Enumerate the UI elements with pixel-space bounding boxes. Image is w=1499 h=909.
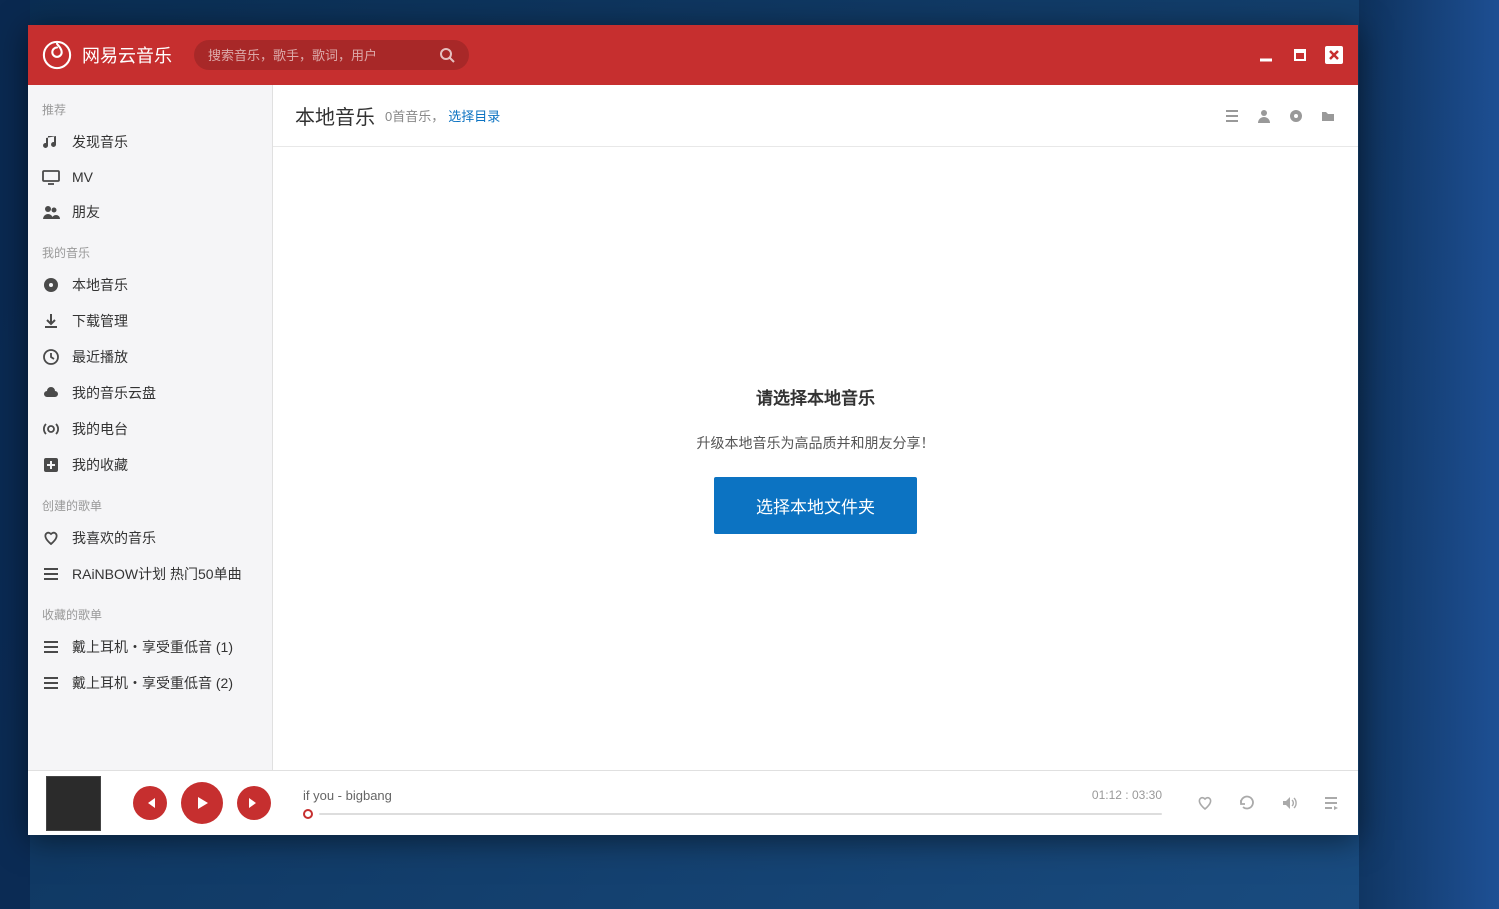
playlist-icon: [42, 638, 60, 656]
cloud-icon: [42, 384, 60, 402]
minimize-button[interactable]: [1256, 45, 1276, 65]
player-bar: if you - bigbang 01:12 : 03:30: [28, 770, 1358, 835]
content-header-icons: [1224, 108, 1336, 124]
titlebar: 网易云音乐: [28, 25, 1358, 85]
friends-icon: [42, 203, 60, 221]
sidebar-item-recent[interactable]: 最近播放: [28, 339, 272, 375]
sidebar-section-recommend: 推荐 发现音乐 MV 朋友: [28, 95, 272, 230]
sidebar-item-rainbow[interactable]: RAiNBOW计划 热门50单曲: [28, 556, 272, 592]
sidebar-item-radio[interactable]: 我的电台: [28, 411, 272, 447]
app-window: 网易云音乐 推荐: [28, 25, 1358, 835]
app-title: 网易云音乐: [82, 42, 172, 68]
content-body: 请选择本地音乐 升级本地音乐为高品质并和朋友分享！ 选择本地文件夹: [273, 147, 1358, 770]
music-note-icon: [42, 133, 60, 151]
sidebar-item-liked[interactable]: 我喜欢的音乐: [28, 520, 272, 556]
desktop-left-strip: [0, 0, 30, 909]
playlist-icon: [42, 674, 60, 692]
maximize-button[interactable]: [1290, 45, 1310, 65]
sidebar-item-collected-2[interactable]: 戴上耳机・享受重低音 (2): [28, 665, 272, 701]
desktop-right-strip: [1359, 0, 1499, 909]
playlist-icon: [42, 565, 60, 583]
sidebar-section-title: 创建的歌单: [28, 491, 272, 520]
sidebar-item-favorites[interactable]: 我的收藏: [28, 447, 272, 483]
app-logo-icon: [42, 40, 72, 70]
sidebar-item-label: 最近播放: [72, 347, 128, 367]
monitor-icon: [42, 168, 60, 186]
sidebar-item-label: 戴上耳机・享受重低音 (2): [72, 673, 233, 693]
content-title: 本地音乐: [295, 101, 375, 130]
sidebar-item-collected-1[interactable]: 戴上耳机・享受重低音 (1): [28, 629, 272, 665]
next-button[interactable]: [237, 786, 271, 820]
player-right-controls: [1196, 794, 1340, 812]
prev-button[interactable]: [133, 786, 167, 820]
sidebar-section-created: 创建的歌单 我喜欢的音乐 RAiNBOW计划 热门50单曲: [28, 491, 272, 592]
sidebar-item-label: 本地音乐: [72, 275, 128, 295]
sidebar-item-mv[interactable]: MV: [28, 160, 272, 194]
sidebar-section-mymusic: 我的音乐 本地音乐 下载管理 最近播放 我的音乐云盘: [28, 238, 272, 483]
sidebar-item-label: 我的收藏: [72, 455, 128, 475]
logo-area: 网易云音乐: [42, 40, 172, 70]
track-title: if you - bigbang: [303, 788, 392, 803]
user-icon[interactable]: [1256, 108, 1272, 124]
sidebar-item-local[interactable]: 本地音乐: [28, 267, 272, 303]
sidebar-item-download[interactable]: 下载管理: [28, 303, 272, 339]
sidebar-section-title: 收藏的歌单: [28, 600, 272, 629]
search-box[interactable]: [194, 40, 469, 70]
album-art[interactable]: [46, 776, 101, 831]
progress-handle-icon[interactable]: [303, 809, 313, 819]
select-directory-link[interactable]: 选择目录: [448, 106, 500, 125]
disc-icon: [42, 276, 60, 294]
radio-icon: [42, 420, 60, 438]
clock-icon: [42, 348, 60, 366]
content-count: 0首音乐，: [385, 106, 444, 125]
sidebar: 推荐 发现音乐 MV 朋友 我的音乐 本地音乐: [28, 85, 273, 770]
sidebar-item-label: 朋友: [72, 202, 100, 222]
search-input[interactable]: [208, 48, 439, 63]
sidebar-item-label: 下载管理: [72, 311, 128, 331]
select-folder-button[interactable]: 选择本地文件夹: [714, 477, 917, 534]
sidebar-item-friends[interactable]: 朋友: [28, 194, 272, 230]
heart-icon: [42, 529, 60, 547]
download-icon: [42, 312, 60, 330]
content-area: 本地音乐 0首音乐， 选择目录 请选择本地音乐 升级本地音乐为高品质并和朋友分享…: [273, 85, 1358, 770]
main-area: 推荐 发现音乐 MV 朋友 我的音乐 本地音乐: [28, 85, 1358, 770]
sidebar-section-collected: 收藏的歌单 戴上耳机・享受重低音 (1) 戴上耳机・享受重低音 (2): [28, 600, 272, 701]
track-time: 01:12 : 03:30: [1092, 788, 1162, 802]
search-icon[interactable]: [439, 47, 455, 63]
sidebar-section-title: 推荐: [28, 95, 272, 124]
sidebar-item-label: 我的电台: [72, 419, 128, 439]
sidebar-item-label: RAiNBOW计划 热门50单曲: [72, 564, 242, 584]
sidebar-item-label: 戴上耳机・享受重低音 (1): [72, 637, 233, 657]
close-button[interactable]: [1324, 45, 1344, 65]
sidebar-section-title: 我的音乐: [28, 238, 272, 267]
prompt-title: 请选择本地音乐: [756, 384, 875, 409]
sidebar-item-label: MV: [72, 169, 93, 185]
like-icon[interactable]: [1196, 794, 1214, 812]
folder-icon[interactable]: [1320, 108, 1336, 124]
prompt-subtitle: 升级本地音乐为高品质并和朋友分享！: [697, 433, 935, 453]
content-header: 本地音乐 0首音乐， 选择目录: [273, 85, 1358, 147]
play-controls: [133, 782, 271, 824]
sidebar-item-label: 我的音乐云盘: [72, 383, 156, 403]
track-area: if you - bigbang 01:12 : 03:30: [303, 788, 1162, 819]
sidebar-item-label: 我喜欢的音乐: [72, 528, 156, 548]
sidebar-item-cloud[interactable]: 我的音乐云盘: [28, 375, 272, 411]
playlist-toggle-icon[interactable]: [1322, 794, 1340, 812]
list-view-icon[interactable]: [1224, 108, 1240, 124]
play-button[interactable]: [181, 782, 223, 824]
plus-box-icon: [42, 456, 60, 474]
progress-bar[interactable]: [303, 809, 1162, 819]
window-controls: [1256, 45, 1344, 65]
disc-small-icon[interactable]: [1288, 108, 1304, 124]
sidebar-item-label: 发现音乐: [72, 132, 128, 152]
loop-icon[interactable]: [1238, 794, 1256, 812]
sidebar-item-discover[interactable]: 发现音乐: [28, 124, 272, 160]
volume-icon[interactable]: [1280, 794, 1298, 812]
